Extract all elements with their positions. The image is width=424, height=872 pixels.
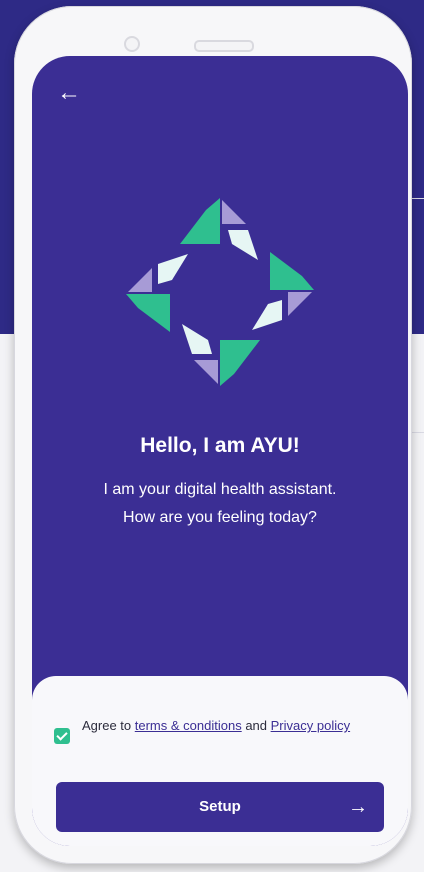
privacy-link[interactable]: Privacy policy	[271, 718, 350, 733]
greeting-subtitle: I am your digital health assistant. How …	[62, 476, 378, 532]
speaker-grill	[194, 40, 254, 52]
back-arrow-icon[interactable]: ←	[54, 78, 84, 108]
agree-prefix: Agree to	[82, 718, 135, 733]
agreement-row: Agree to terms & conditions and Privacy …	[54, 716, 374, 744]
arrow-right-icon: →	[348, 796, 368, 818]
greeting-title: Hello, I am AYU!	[140, 434, 300, 457]
agreement-text: Agree to terms & conditions and Privacy …	[82, 716, 350, 736]
setup-label: Setup	[199, 798, 241, 815]
setup-button[interactable]: Setup →	[56, 782, 384, 832]
subtitle-line-2: How are you feeling today?	[123, 509, 317, 526]
terms-link[interactable]: terms & conditions	[135, 718, 242, 733]
bottom-sheet: Agree to terms & conditions and Privacy …	[32, 676, 408, 846]
subtitle-line-1: I am your digital health assistant.	[103, 481, 337, 498]
app-screen: ← Hello, I am AYU! I am your digital hea…	[32, 56, 408, 846]
camera-icon	[124, 36, 140, 52]
ayu-logo	[126, 198, 314, 386]
agree-checkbox[interactable]	[54, 728, 70, 744]
agree-middle: and	[241, 718, 271, 733]
